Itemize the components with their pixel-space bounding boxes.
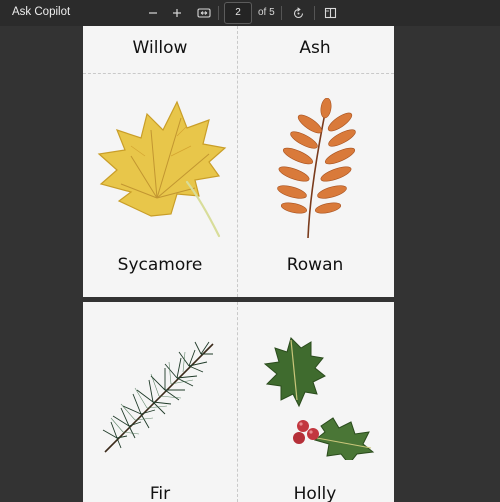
card-label-rowan: Rowan xyxy=(286,255,344,275)
card-label-holly: Holly xyxy=(293,484,337,502)
viewer-toolbar: Ask Copilot 2 of 5 xyxy=(0,0,500,26)
page-total-label: of 5 xyxy=(258,7,275,18)
zoom-in-icon[interactable] xyxy=(167,3,187,23)
fir-branch-illustration xyxy=(102,341,214,453)
page-view-icon[interactable] xyxy=(320,3,340,23)
page-number-input[interactable]: 2 xyxy=(224,2,252,24)
fit-page-icon[interactable] xyxy=(194,3,214,23)
cut-line-horizontal xyxy=(83,73,394,74)
rowan-leaf-illustration xyxy=(277,98,356,239)
toolbar-separator xyxy=(281,6,282,20)
card-label-sycamore: Sycamore xyxy=(117,255,203,275)
toolbar-separator xyxy=(314,6,315,20)
rotate-icon[interactable] xyxy=(288,3,308,23)
document-page: Willow Ash Sycamore Rowan xyxy=(83,26,394,297)
sycamore-leaf-illustration xyxy=(97,100,227,238)
toolbar-separator xyxy=(218,6,219,20)
card-label-willow: Willow xyxy=(132,38,188,58)
card-label-ash: Ash xyxy=(299,38,331,58)
holly-leaves-illustration xyxy=(263,337,375,460)
zoom-out-icon[interactable] xyxy=(143,3,163,23)
card-label-fir: Fir xyxy=(149,484,171,502)
document-page: Fir Holly xyxy=(83,302,394,502)
cut-line-vertical xyxy=(237,302,238,502)
ask-copilot-button[interactable]: Ask Copilot xyxy=(12,6,70,18)
